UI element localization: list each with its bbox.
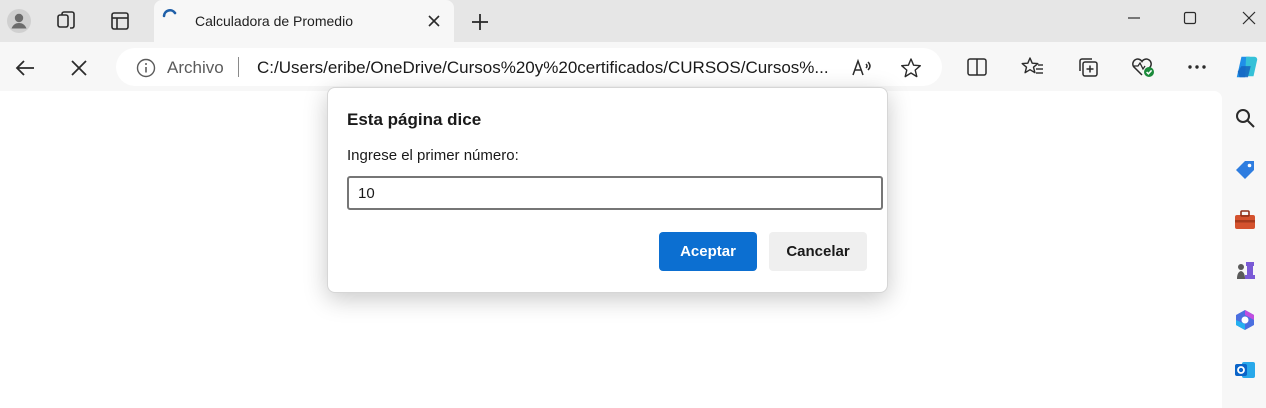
prompt-dialog: Esta página dice Ingrese el primer númer…	[327, 87, 888, 293]
prompt-input[interactable]	[347, 176, 883, 210]
new-tab-button[interactable]	[467, 9, 493, 35]
copilot-icon[interactable]	[1234, 54, 1260, 80]
navigation-toolbar: Archivo C:/Users/eribe/OneDrive/Cursos%2…	[0, 44, 1266, 91]
browser-essentials-icon[interactable]	[1130, 54, 1156, 80]
profile-icon[interactable]	[6, 8, 32, 34]
tab-actions-icon[interactable]	[107, 8, 133, 34]
tab-close-icon[interactable]	[424, 11, 444, 31]
close-window-icon[interactable]	[1234, 6, 1264, 30]
edge-sidebar	[1222, 91, 1266, 408]
stop-loading-icon[interactable]	[65, 54, 93, 82]
tab-strip: Calculadora de Promedio	[0, 0, 1266, 44]
split-screen-icon[interactable]	[964, 54, 990, 80]
search-icon[interactable]	[1232, 105, 1258, 131]
dialog-title: Esta página dice	[347, 110, 482, 129]
dialog-message: Ingrese el primer número:	[347, 147, 519, 164]
back-arrow-icon[interactable]	[11, 54, 39, 82]
collections-icon[interactable]	[1075, 54, 1101, 80]
site-info-label[interactable]: Archivo	[167, 58, 224, 78]
favorites-icon[interactable]	[1020, 54, 1046, 80]
shopping-tag-icon[interactable]	[1232, 157, 1258, 183]
tools-briefcase-icon[interactable]	[1232, 207, 1258, 233]
maximize-icon[interactable]	[1175, 6, 1205, 30]
more-menu-icon[interactable]	[1184, 54, 1210, 80]
address-bar[interactable]: Archivo C:/Users/eribe/OneDrive/Cursos%2…	[116, 48, 942, 86]
favorite-star-icon[interactable]	[899, 56, 923, 80]
microsoft-365-icon[interactable]	[1232, 307, 1258, 333]
address-separator	[238, 57, 239, 77]
workspaces-icon[interactable]	[54, 8, 80, 34]
active-tab[interactable]: Calculadora de Promedio	[154, 0, 454, 44]
games-chess-icon[interactable]	[1232, 257, 1258, 283]
info-icon[interactable]	[136, 58, 156, 78]
loading-spinner-icon	[162, 9, 178, 25]
cancel-button[interactable]: Cancelar	[769, 232, 867, 271]
read-aloud-icon[interactable]	[850, 56, 874, 80]
url-text[interactable]: C:/Users/eribe/OneDrive/Cursos%20y%20cer…	[257, 58, 832, 78]
outlook-icon[interactable]	[1232, 357, 1258, 383]
tab-title: Calculadora de Promedio	[195, 13, 353, 29]
minimize-icon[interactable]	[1119, 6, 1149, 30]
accept-button[interactable]: Aceptar	[659, 232, 757, 271]
